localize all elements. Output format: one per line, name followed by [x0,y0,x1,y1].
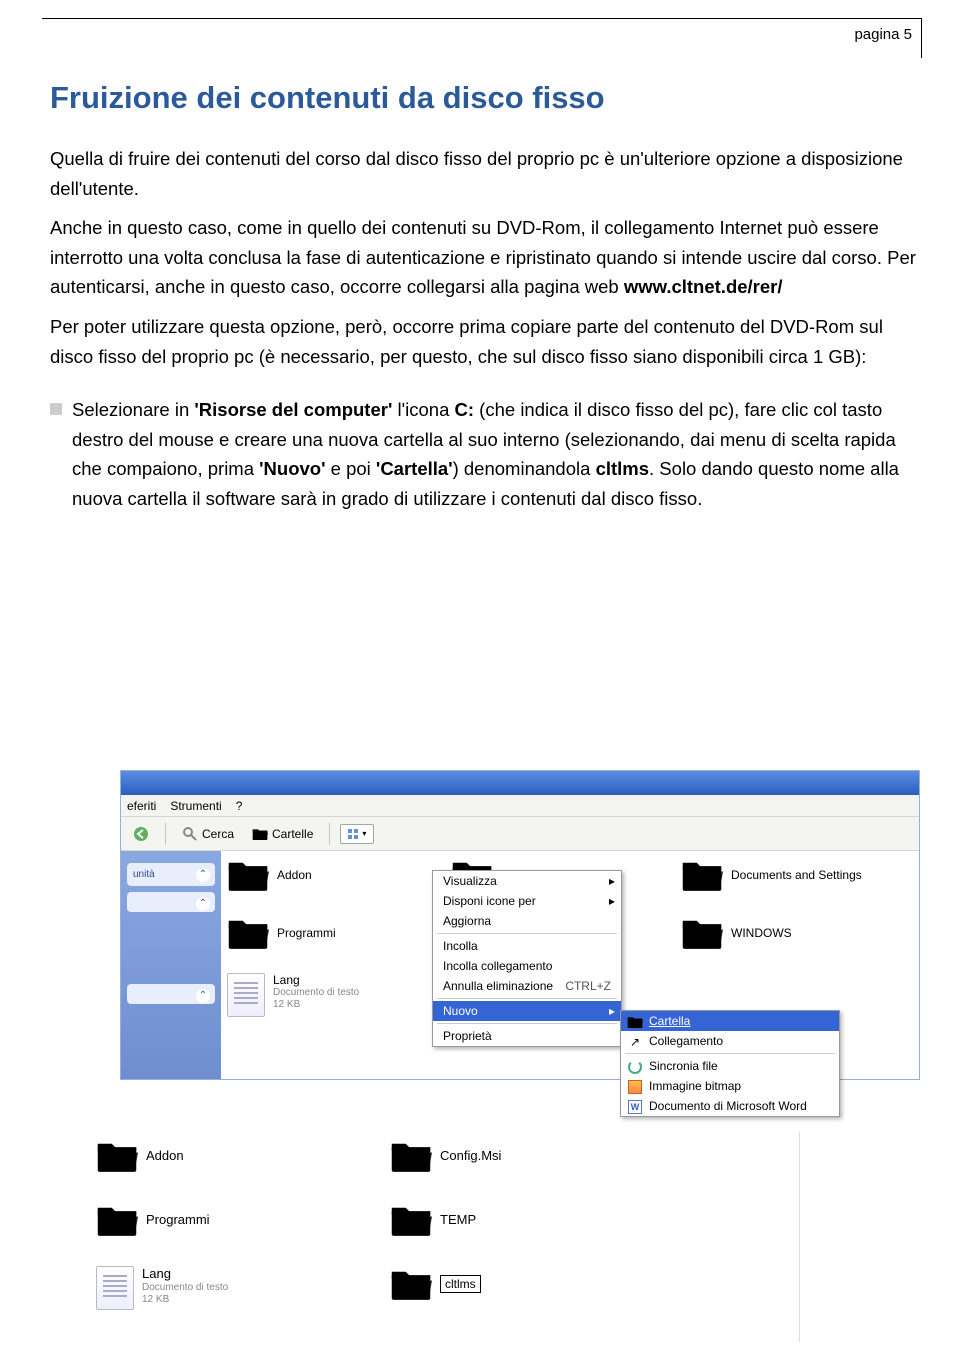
menu-item[interactable]: Aggiorna [433,911,621,931]
bullet-text: Selezionare in 'Risorse del computer' l'… [72,395,920,513]
folder-icon [96,1138,138,1174]
menu-item[interactable]: Disponi icone per [433,891,621,911]
page-title: Fruizione dei contenuti da disco fisso [50,80,920,116]
chevron-up-icon: ⌃ [196,868,210,882]
shortcut-icon: ↗ [627,1034,643,1050]
folder-item[interactable]: Documents and Settings [681,857,862,893]
submenu-item[interactable]: W Documento di Microsoft Word [621,1096,839,1116]
screenshot-composite: eferiti Strumenti ? Cerca Cartelle ▾ [90,770,920,1340]
search-icon [182,826,198,842]
side-panel: unità ⌃ ⌃ ⌃ [121,851,221,1079]
folder-icon [681,915,723,951]
menu-item[interactable]: Incolla collegamento [433,956,621,976]
sync-icon [627,1059,643,1075]
search-button[interactable]: Cerca [176,824,240,844]
menu-bar[interactable]: eferiti Strumenti ? [121,795,919,817]
bullet-item: Selezionare in 'Risorse del computer' l'… [50,395,920,513]
paragraph-1: Quella di fruire dei contenuti del corso… [50,144,920,203]
folder-item[interactable]: Programmi [96,1202,210,1238]
folder-icon [96,1202,138,1238]
new-folder-item[interactable]: cltlms [390,1266,481,1302]
submenu-item-cartella[interactable]: Cartella [621,1011,839,1031]
submenu-item[interactable]: Sincronia file [621,1056,839,1076]
back-button[interactable] [127,824,155,844]
menu-item[interactable]: ? [236,799,243,813]
side-panel-section[interactable]: ⌃ [127,892,215,912]
paragraph-3: Per poter utilizzare questa opzione, per… [50,312,920,371]
folder-icon [227,857,269,893]
new-folder-name-input[interactable]: cltlms [440,1275,481,1293]
side-panel-section[interactable]: unità ⌃ [127,863,215,886]
chevron-up-icon: ⌃ [196,989,210,1003]
folder-item[interactable]: WINDOWS [681,915,792,951]
toolbar: Cerca Cartelle ▾ [121,817,919,851]
folder-item[interactable]: Config.Msi [390,1138,501,1174]
folder-item[interactable]: Addon [227,857,312,893]
view-mode-button[interactable]: ▾ [340,824,374,844]
text-file-icon [96,1266,134,1310]
menu-item-nuovo[interactable]: Nuovo [433,1001,621,1021]
folder-icon [227,915,269,951]
file-item[interactable]: Lang Documento di testo 12 KB [227,973,359,1017]
folder-item[interactable]: TEMP [390,1202,476,1238]
menu-item[interactable]: Annulla eliminazioneCTRL+Z [433,976,621,996]
folder-icon [252,826,268,842]
bitmap-icon [627,1079,643,1095]
folder-icon [627,1014,643,1030]
file-item[interactable]: Lang Documento di testo 12 KB [96,1266,228,1310]
menu-item[interactable]: Proprietà [433,1026,621,1046]
menu-item[interactable]: Strumenti [170,799,221,813]
paragraph-2: Anche in questo caso, come in quello dei… [50,213,920,302]
folder-icon [681,857,723,893]
side-panel-section[interactable]: ⌃ [127,984,215,1004]
folder-icon [390,1202,432,1238]
submenu-item[interactable]: Immagine bitmap [621,1076,839,1096]
word-icon: W [627,1099,643,1115]
page-number: pagina 5 [854,26,912,43]
view-icon [348,829,360,839]
text-file-icon [227,973,265,1017]
folder-item[interactable]: Programmi [227,915,336,951]
menu-item[interactable]: eferiti [127,799,156,813]
menu-item[interactable]: Visualizza [433,871,621,891]
submenu-item[interactable]: ↗ Collegamento [621,1031,839,1051]
title-bar [121,771,919,795]
chevron-up-icon: ⌃ [196,897,210,911]
context-menu[interactable]: Visualizza Disponi icone per Aggiorna In… [432,870,622,1047]
folder-icon [390,1138,432,1174]
folders-button[interactable]: Cartelle [246,824,319,844]
folder-icon [390,1266,432,1302]
bullet-icon [50,403,62,415]
context-submenu-nuovo[interactable]: Cartella ↗ Collegamento Sincronia file I… [620,1010,840,1117]
explorer-window-bottom: Addon Config.Msi Programmi TEMP Lang Doc… [90,1132,800,1342]
folder-item[interactable]: Addon [96,1138,184,1174]
menu-item[interactable]: Incolla [433,936,621,956]
